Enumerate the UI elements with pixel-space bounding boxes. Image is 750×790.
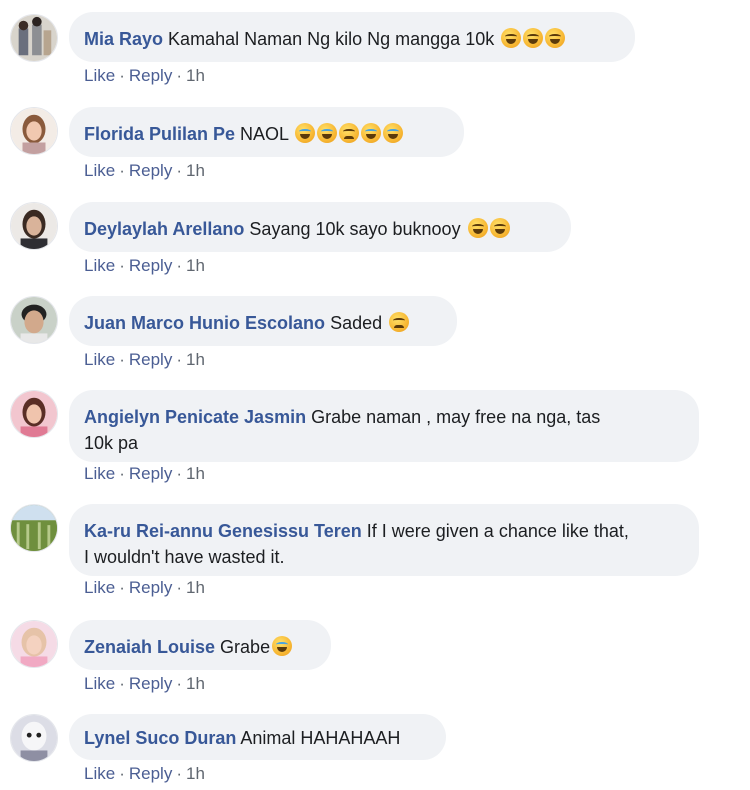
avatar[interactable]	[10, 390, 58, 438]
avatar[interactable]	[10, 504, 58, 552]
reply-button[interactable]: Reply	[129, 464, 172, 483]
separator: ·	[176, 464, 182, 483]
like-button[interactable]: Like	[84, 256, 115, 275]
reply-button[interactable]: Reply	[129, 66, 172, 85]
timestamp-link[interactable]: 1h	[186, 161, 205, 180]
comment-text: Grabe naman , may free na nga, tas	[311, 407, 601, 427]
comment-actions: Like · Reply · 1h	[84, 161, 205, 181]
author-name-link[interactable]: Juan Marco Hunio Escolano	[84, 313, 325, 333]
emoji-icons	[293, 123, 404, 144]
separator: ·	[176, 764, 182, 783]
like-button[interactable]: Like	[84, 350, 115, 369]
timestamp-link[interactable]: 1h	[186, 578, 205, 597]
separator: ·	[176, 578, 182, 597]
author-name-link[interactable]: Zenaiah Louise	[84, 637, 215, 657]
like-button[interactable]: Like	[84, 161, 115, 180]
avatar[interactable]	[10, 202, 58, 250]
comment-actions: Like · Reply · 1h	[84, 350, 205, 370]
timestamp-link[interactable]: 1h	[186, 66, 205, 85]
separator: ·	[119, 464, 125, 483]
separator: ·	[119, 256, 125, 275]
reply-button[interactable]: Reply	[129, 764, 172, 783]
comment-text: NAOL	[240, 124, 289, 144]
like-button[interactable]: Like	[84, 464, 115, 483]
reply-button[interactable]: Reply	[129, 256, 172, 275]
reply-button[interactable]: Reply	[129, 674, 172, 693]
comment-actions: Like · Reply · 1h	[84, 66, 205, 86]
timestamp-link[interactable]: 1h	[186, 764, 205, 783]
comment-bubble: Zenaiah Louise Grabe	[69, 620, 331, 670]
comment-text: If I were given a chance like that,	[366, 521, 629, 541]
disappointed-emoji-icon	[387, 312, 410, 333]
comment-bubble: Florida Pulilan Pe NAOL	[69, 107, 464, 157]
comment-bubble: Juan Marco Hunio Escolano Saded	[69, 296, 457, 346]
like-button[interactable]: Like	[84, 674, 115, 693]
timestamp-link[interactable]: 1h	[186, 256, 205, 275]
comment-actions: Like · Reply · 1h	[84, 674, 205, 694]
like-button[interactable]: Like	[84, 66, 115, 85]
separator: ·	[176, 161, 182, 180]
author-name-link[interactable]: Mia Rayo	[84, 29, 163, 49]
comment-bubble: Lynel Suco Duran Animal HAHAHAAH	[69, 714, 446, 760]
separator: ·	[119, 161, 125, 180]
comment-actions: Like · Reply · 1h	[84, 464, 205, 484]
separator: ·	[176, 350, 182, 369]
like-button[interactable]: Like	[84, 764, 115, 783]
sleepy-emoji-icon	[270, 636, 293, 657]
timestamp-link[interactable]: 1h	[186, 350, 205, 369]
separator: ·	[119, 350, 125, 369]
comment-bubble: Mia Rayo Kamahal Naman Ng kilo Ng mangga…	[69, 12, 635, 62]
comment-actions: Like · Reply · 1h	[84, 256, 205, 276]
comment-text: Kamahal Naman Ng kilo Ng mangga 10k	[168, 29, 495, 49]
separator: ·	[119, 674, 125, 693]
comment-text-continued: 10k pa	[84, 433, 139, 453]
comment-text: Grabe	[220, 637, 271, 657]
author-name-link[interactable]: Lynel Suco Duran	[84, 728, 236, 748]
separator: ·	[176, 674, 182, 693]
comment-text: Sayang 10k sayo buknooy	[249, 219, 461, 239]
comment-text-continued: I wouldn't have wasted it.	[84, 547, 285, 567]
timestamp-link[interactable]: 1h	[186, 464, 205, 483]
author-name-link[interactable]: Florida Pulilan Pe	[84, 124, 235, 144]
comment-bubble: Deylaylah Arellano Sayang 10k sayo bukno…	[69, 202, 571, 252]
reply-button[interactable]: Reply	[129, 161, 172, 180]
reply-button[interactable]: Reply	[129, 350, 172, 369]
avatar[interactable]	[10, 14, 58, 62]
avatar[interactable]	[10, 296, 58, 344]
avatar[interactable]	[10, 107, 58, 155]
comment-text: Animal HAHAHAAH	[240, 728, 401, 748]
author-name-link[interactable]: Ka-ru Rei-annu Genesissu Teren	[84, 521, 362, 541]
separator: ·	[119, 66, 125, 85]
reply-button[interactable]: Reply	[129, 578, 172, 597]
emoji-icons	[466, 218, 510, 239]
author-name-link[interactable]: Angielyn Penicate Jasmin	[84, 407, 306, 427]
comment-actions: Like · Reply · 1h	[84, 578, 205, 598]
comment-bubble: Angielyn Penicate Jasmin Grabe naman , m…	[69, 390, 699, 462]
timestamp-link[interactable]: 1h	[186, 674, 205, 693]
avatar[interactable]	[10, 714, 58, 762]
comment-text: Saded	[330, 313, 383, 333]
author-name-link[interactable]: Deylaylah Arellano	[84, 219, 244, 239]
like-button[interactable]: Like	[84, 578, 115, 597]
laughing-emoji-icon	[499, 28, 566, 49]
separator: ·	[119, 578, 125, 597]
avatar[interactable]	[10, 620, 58, 668]
comment-bubble: Ka-ru Rei-annu Genesissu Teren If I were…	[69, 504, 699, 576]
separator: ·	[119, 764, 125, 783]
separator: ·	[176, 66, 182, 85]
separator: ·	[176, 256, 182, 275]
comment-actions: Like · Reply · 1h	[84, 764, 205, 784]
